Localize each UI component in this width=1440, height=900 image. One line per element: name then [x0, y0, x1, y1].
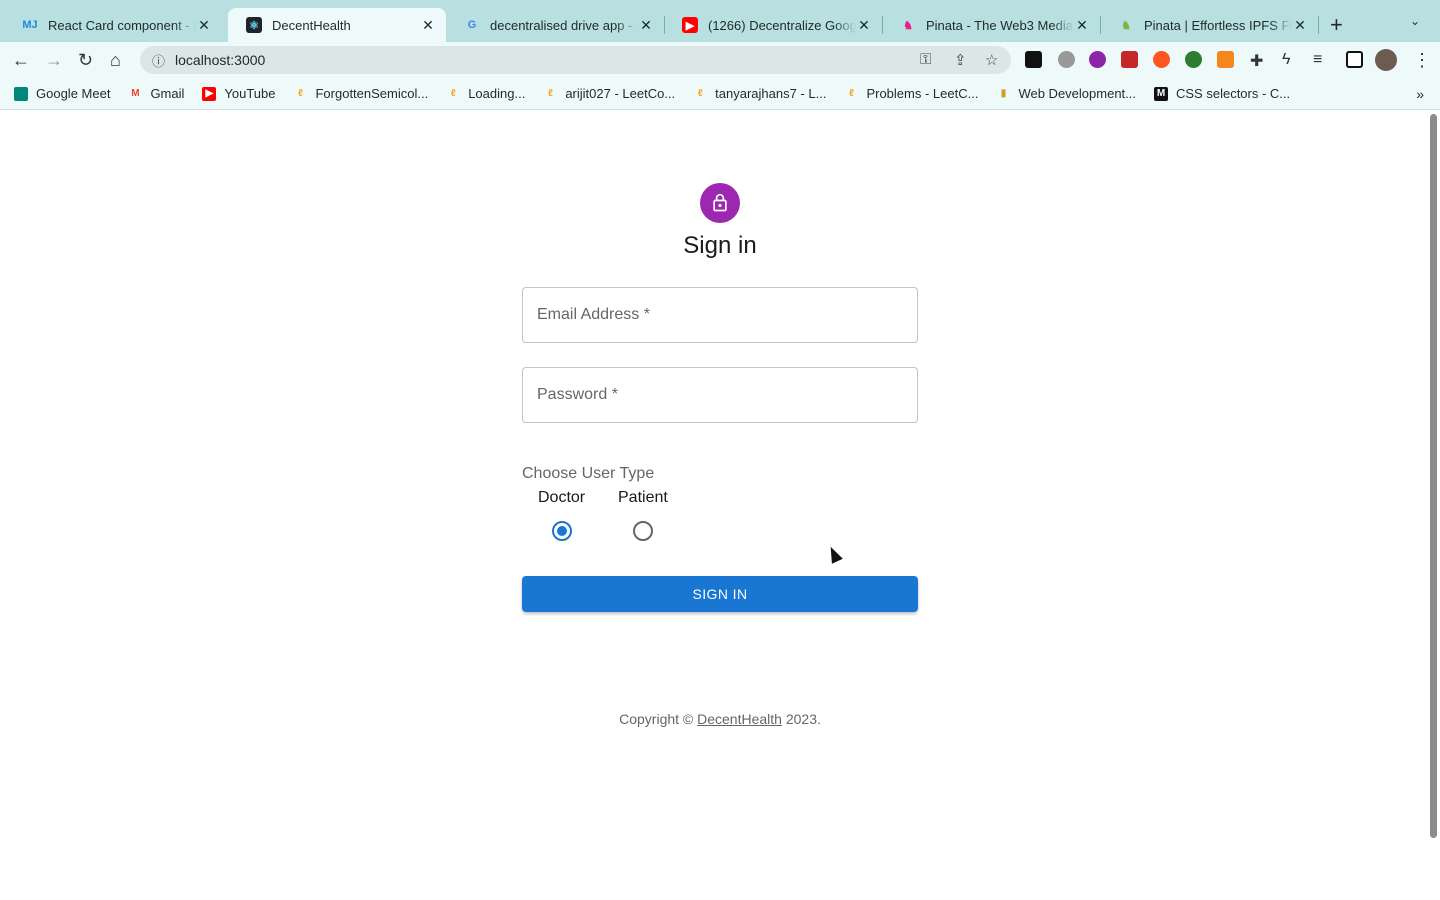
password-label: Password * — [537, 386, 618, 403]
extension-icon[interactable] — [1089, 51, 1106, 68]
close-tab-icon[interactable]: ✕ — [638, 17, 654, 34]
youtube-icon: ▶ — [202, 86, 217, 101]
svelte-extension-icon[interactable] — [1153, 51, 1170, 68]
tab-decenthealth[interactable]: ⚛ DecentHealth ✕ — [228, 8, 446, 42]
pinata-icon: ♞ — [1121, 19, 1131, 32]
patient-radio[interactable] — [633, 521, 653, 541]
side-panel-icon[interactable] — [1346, 51, 1363, 68]
close-tab-icon[interactable]: ✕ — [420, 17, 436, 34]
mdn-icon: M — [1154, 86, 1168, 101]
forward-icon[interactable]: → — [45, 50, 63, 71]
extension-icon[interactable] — [1185, 51, 1202, 68]
pinata-icon: ♞ — [903, 19, 913, 32]
address-bar[interactable]: ⓘ localhost:3000 ⚿ ⇪ ☆ — [140, 46, 1011, 74]
password-key-icon[interactable]: ⚿ — [920, 51, 931, 68]
tab-pinata[interactable]: ♞Pinata - The Web3 Media Platform✕ — [882, 8, 1100, 42]
new-tab-button[interactable]: + — [1330, 12, 1343, 38]
bookmark-leetcode[interactable]: ℓ ForgottenSemicol... — [293, 86, 428, 101]
bookmark-youtube[interactable]: ▶ YouTube — [202, 86, 275, 101]
leetcode-icon: ℓ — [450, 88, 456, 99]
doctor-radio[interactable] — [552, 521, 572, 541]
email-label: Email Address * — [537, 306, 650, 323]
bookmark-icon: ▮ — [1000, 88, 1007, 99]
extension-icon[interactable]: ϟ — [1282, 51, 1290, 69]
sign-in-button[interactable]: SIGN IN — [522, 576, 918, 612]
bookmark-web-development[interactable]: ▮ Web Development... — [996, 86, 1136, 101]
browser-menu-icon[interactable]: ⋮ — [1413, 50, 1431, 71]
doctor-label: Doctor — [538, 489, 586, 506]
close-tab-icon[interactable]: ✕ — [856, 17, 872, 34]
leetcode-icon: ℓ — [547, 88, 553, 99]
back-icon[interactable]: ← — [12, 50, 30, 71]
gmail-icon: M — [131, 88, 140, 99]
lock-icon — [713, 193, 727, 212]
bookmark-leetcode[interactable]: ℓ tanyarajhans7 - L... — [693, 86, 827, 101]
reload-icon[interactable]: ↻ — [78, 50, 93, 71]
user-type-label: Choose User Type — [522, 465, 655, 482]
react-icon: ⚛ — [246, 17, 262, 33]
bookmark-leetcode[interactable]: ℓ arijit027 - LeetCo... — [543, 86, 675, 101]
tab-youtube[interactable]: ▶(1266) Decentralize Google Drive✕ — [664, 8, 882, 42]
bookmark-star-icon[interactable]: ☆ — [985, 51, 998, 69]
bug-extension-icon[interactable] — [1058, 51, 1075, 68]
profile-avatar[interactable] — [1375, 49, 1397, 71]
media-queue-icon[interactable]: ≡ — [1313, 51, 1322, 69]
copyright: Copyright © DecentHealth 2023. — [619, 711, 821, 727]
bookmark-leetcode[interactable]: ℓ Problems - LeetC... — [844, 86, 978, 101]
tab-react-card[interactable]: MJReact Card component - MUI✕ — [4, 8, 222, 42]
close-tab-icon[interactable]: ✕ — [1074, 17, 1090, 34]
extensions-puzzle-icon[interactable]: ✚ — [1250, 51, 1263, 71]
tab-pinata-ipfs[interactable]: ♞ Pinata | Effortless IPFS File ✕ — [1100, 8, 1318, 42]
patient-label: Patient — [618, 489, 668, 506]
url-text: localhost:3000 — [175, 52, 266, 68]
bookmark-google-meet[interactable]: Google Meet — [14, 86, 110, 101]
more-bookmarks-icon[interactable]: » — [1416, 86, 1424, 102]
tab-google-search[interactable]: Gdecentralised drive app - Google Search… — [446, 8, 664, 42]
metamask-icon[interactable] — [1217, 51, 1234, 68]
tab-search-chevron-icon[interactable]: ⌄ — [1410, 14, 1420, 28]
share-icon[interactable]: ⇪ — [954, 51, 967, 69]
page-title: Sign in — [683, 232, 757, 259]
site-info-icon[interactable]: ⓘ — [152, 51, 165, 70]
extension-icon[interactable] — [1121, 51, 1138, 68]
lock-avatar — [700, 183, 740, 223]
tab-strip: MJReact Card component - MUI✕ ⚛DecentHea… — [0, 0, 1440, 42]
home-icon[interactable]: ⌂ — [110, 50, 121, 71]
leetcode-icon: ℓ — [849, 88, 854, 99]
password-field[interactable]: Password * — [522, 367, 918, 423]
email-field[interactable]: Email Address * — [522, 287, 918, 343]
leetcode-icon: ℓ — [298, 88, 303, 99]
decenthealth-link[interactable]: DecentHealth — [697, 711, 782, 727]
bookmarks-bar: Google Meet M Gmail ▶ YouTube ℓ ForgottenSe… — [0, 78, 1440, 110]
close-tab-icon[interactable]: ✕ — [1292, 17, 1308, 34]
youtube-icon: ▶ — [682, 17, 698, 33]
mui-icon: MJ — [22, 19, 38, 31]
lighthouse-extension-icon[interactable] — [1025, 51, 1042, 68]
bookmark-gmail[interactable]: M Gmail — [128, 86, 184, 101]
page-scrollbar[interactable] — [1430, 114, 1437, 838]
leetcode-icon: ℓ — [697, 88, 703, 99]
close-tab-icon[interactable]: ✕ — [196, 17, 212, 34]
mouse-cursor-icon — [825, 544, 843, 564]
tab-separator — [1318, 16, 1319, 34]
bookmark-leetcode[interactable]: ℓ Loading... — [446, 86, 526, 101]
google-icon: G — [467, 19, 477, 31]
google-meet-icon — [14, 86, 28, 101]
browser-toolbar: ← → ↻ ⌂ ⓘ localhost:3000 ⚿ ⇪ ☆ ✚ ϟ ≡ ⋮ — [0, 42, 1440, 78]
bookmark-css-selectors[interactable]: M CSS selectors - C... — [1154, 86, 1290, 101]
